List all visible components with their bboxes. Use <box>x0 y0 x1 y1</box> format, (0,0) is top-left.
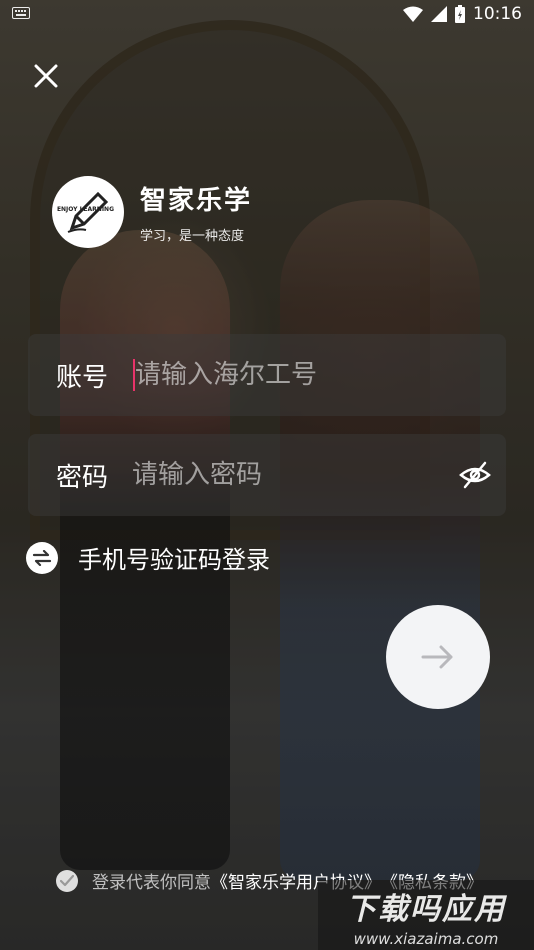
wifi-icon <box>403 6 423 22</box>
eye-off-icon <box>459 461 491 489</box>
battery-icon <box>455 5 465 23</box>
watermark-title: 下载吗应用 <box>346 892 506 927</box>
status-time: 10:16 <box>473 4 522 24</box>
sms-login-link[interactable]: 手机号验证码登录 <box>26 540 270 575</box>
close-button[interactable] <box>30 60 62 92</box>
account-label: 账号 <box>56 362 109 393</box>
watermark: 下载吗应用 www.xiazaima.com <box>318 880 534 950</box>
app-slogan: 学习，是一种态度 <box>140 229 245 244</box>
app-name: 智家乐学 <box>140 186 253 216</box>
brand-header: ENJOY LEARNING 智家乐学 学习，是一种态度 <box>52 176 252 248</box>
check-icon <box>60 874 74 886</box>
logo-text: ENJOY LEARNING <box>56 206 114 213</box>
sms-login-label: 手机号验证码登录 <box>78 546 270 574</box>
password-input[interactable] <box>132 460 456 490</box>
password-field: 密码 <box>28 434 506 516</box>
watermark-url: www.xiazaima.com <box>353 930 499 948</box>
swap-icon <box>26 541 58 574</box>
keyboard-icon <box>12 6 30 22</box>
login-submit-button[interactable] <box>386 605 490 709</box>
password-label: 密码 <box>56 462 109 493</box>
toggle-password-visibility-button[interactable] <box>456 455 494 495</box>
agreement-prefix: 登录代表你同意 <box>92 873 211 893</box>
arrow-right-icon <box>421 645 453 669</box>
agreement-checkbox[interactable] <box>56 869 78 892</box>
signal-icon <box>431 6 447 22</box>
account-field: 账号 <box>28 334 506 416</box>
app-logo: ENJOY LEARNING <box>52 176 124 248</box>
status-bar: 10:16 <box>0 0 534 28</box>
close-icon <box>34 64 58 88</box>
account-input[interactable] <box>135 360 506 390</box>
